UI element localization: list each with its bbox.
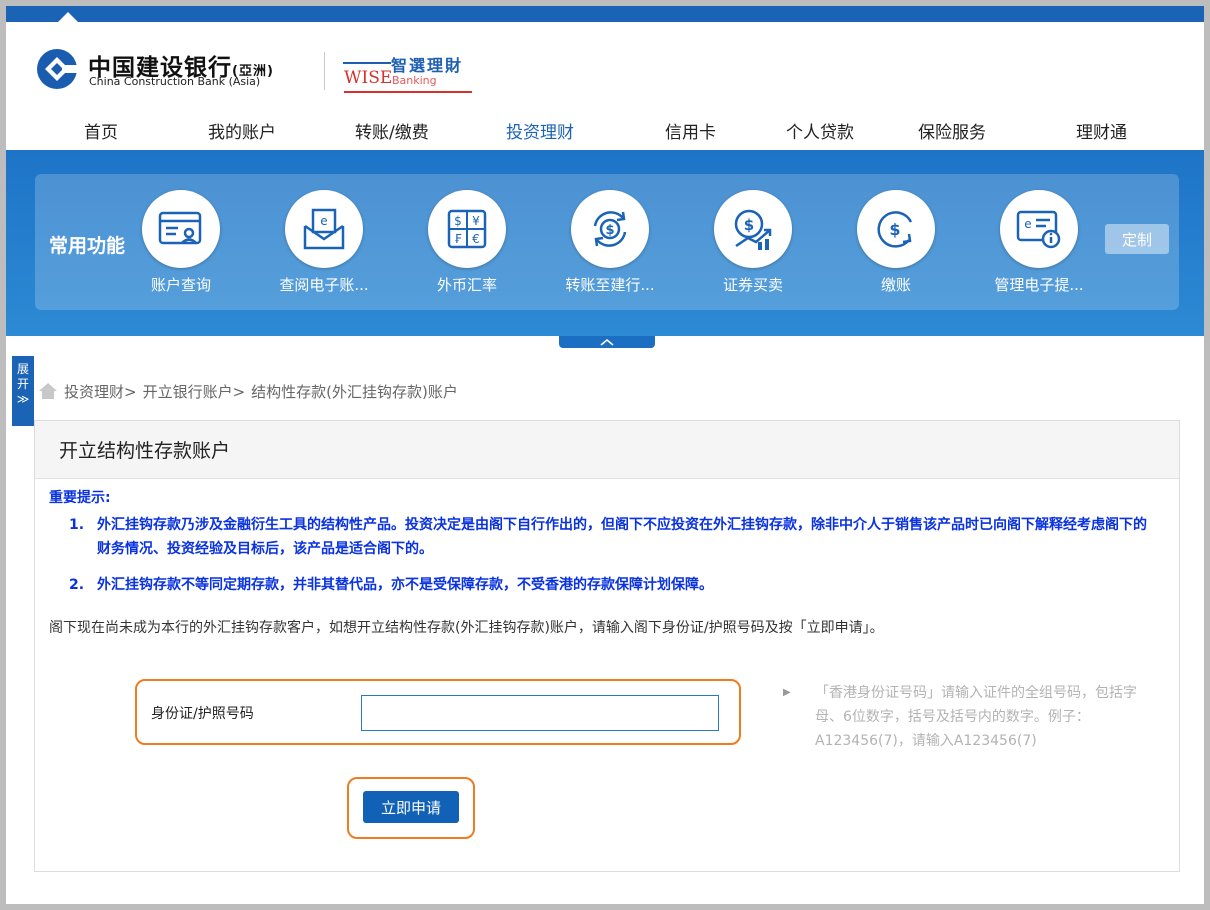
e-notice-icon: e xyxy=(1000,190,1078,268)
ccb-logo-icon[interactable] xyxy=(36,48,78,90)
e-statement-icon: e xyxy=(285,190,363,268)
quick-function-e-statement[interactable]: e 查阅电子账... xyxy=(254,190,394,295)
svg-text:$: $ xyxy=(744,216,754,234)
svg-text:$: $ xyxy=(889,220,900,239)
transfer-icon: $ xyxy=(571,190,649,268)
id-field-hint: ▶ 「香港身份证号码」请输入证件的全组号码，包括字母、6位数字，括号及括号内的数… xyxy=(783,681,1163,753)
nav-investment[interactable]: 投资理财 xyxy=(506,118,574,143)
quick-function-bill-payment[interactable]: $ 缴账 xyxy=(826,190,966,295)
top-strip xyxy=(6,6,1204,22)
quick-function-exchange-rate[interactable]: $ ¥ ₣ € 外币汇率 xyxy=(397,190,537,295)
id-field-label: 身份证/护照号码 xyxy=(151,706,254,722)
svg-text:e: e xyxy=(1024,217,1031,231)
bank-name-en: China Construction Bank (Asia) xyxy=(89,75,261,88)
home-icon[interactable] xyxy=(38,382,58,400)
header: 中国建设银行(亞洲) China Construction Bank (Asia… xyxy=(6,22,1204,150)
notice-number: 1. xyxy=(69,517,85,533)
main-content: 开立结构性存款账户 重要提示: 1. 外汇挂钩存款乃涉及金融衍生工具的结构性产品… xyxy=(34,420,1180,872)
side-tab-label-2: 开 xyxy=(16,377,29,391)
notice-number: 2. xyxy=(69,577,85,593)
securities-icon: $ xyxy=(714,190,792,268)
wise-logo-cn: 智選理財 xyxy=(391,56,464,75)
collapse-banner-button[interactable] xyxy=(559,336,655,348)
quick-function-panel: 常用功能 账户查询 e 查阅电子账... $ ¥ ₣ € 外币汇率 $ 转账至建… xyxy=(35,174,1179,310)
quick-function-label: 管理电子提... xyxy=(994,276,1084,294)
quick-function-label: 转账至建行... xyxy=(565,276,655,294)
important-notice: 重要提示: 1. 外汇挂钩存款乃涉及金融衍生工具的结构性产品。投资决定是由阁下自… xyxy=(49,487,1159,597)
quick-function-banner: 常用功能 账户查询 e 查阅电子账... $ ¥ ₣ € 外币汇率 $ 转账至建… xyxy=(6,150,1204,336)
notice-item: 1. 外汇挂钩存款乃涉及金融衍生工具的结构性产品。投资决定是由阁下自行作出的，但… xyxy=(49,513,1159,561)
hint-text: 「香港身份证号码」请输入证件的全组号码，包括字母、6位数字，括号及括号内的数字。… xyxy=(815,685,1137,749)
breadcrumb-open-account[interactable]: 开立银行账户> xyxy=(143,381,246,402)
quick-function-label: 缴账 xyxy=(880,276,911,294)
quick-function-label: 证券买卖 xyxy=(722,276,783,294)
nav-wealth[interactable]: 理财通 xyxy=(1076,118,1127,143)
notice-item: 2. 外汇挂钩存款不等同定期存款，并非其替代品，亦不是受保障存款，不受香港的存款… xyxy=(49,573,1159,597)
apply-now-button[interactable]: 立即申请 xyxy=(363,791,459,823)
exchange-rate-icon: $ ¥ ₣ € xyxy=(428,190,506,268)
svg-text:€: € xyxy=(472,232,480,246)
content-header: 开立结构性存款账户 xyxy=(35,421,1179,479)
intro-text: 阁下现在尚未成为本行的外汇挂钩存款客户，如想开立结构性存款(外汇挂钩存款)账户，… xyxy=(49,620,884,636)
chevron-up-icon xyxy=(600,339,614,346)
breadcrumb-current: 结构性存款(外汇挂钩存款)账户 xyxy=(251,382,458,401)
svg-text:$: $ xyxy=(454,214,462,228)
nav-home[interactable]: 首页 xyxy=(84,118,118,143)
side-tab-label-1: 展 xyxy=(16,362,29,376)
main-nav: 首页 我的账户 转账/缴费 投资理财 信用卡 个人贷款 保险服务 理财通 xyxy=(6,114,1204,150)
customize-button[interactable]: 定制 xyxy=(1105,224,1169,254)
svg-text:$: $ xyxy=(605,223,614,238)
notice-text: 外汇挂钩存款不等同定期存款，并非其替代品，亦不是受保障存款，不受香港的存款保障计… xyxy=(97,577,713,593)
nav-transfer-payment[interactable]: 转账/缴费 xyxy=(355,118,429,143)
wise-line xyxy=(343,62,391,64)
nav-personal-loan[interactable]: 个人贷款 xyxy=(786,118,854,143)
breadcrumb-investment[interactable]: 投资理财> xyxy=(64,381,137,402)
svg-text:e: e xyxy=(320,214,327,228)
quick-function-label: 查阅电子账... xyxy=(279,276,369,294)
wise-logo-banking: Banking xyxy=(392,74,437,87)
wise-underline xyxy=(344,91,472,93)
id-passport-input[interactable] xyxy=(361,695,719,731)
notice-text: 外汇挂钩存款乃涉及金融衍生工具的结构性产品。投资决定是由阁下自行作出的，但阁下不… xyxy=(97,517,1147,557)
page-frame: 中国建设银行(亞洲) China Construction Bank (Asia… xyxy=(6,6,1204,904)
logo-divider xyxy=(324,52,325,90)
svg-text:₣: ₣ xyxy=(454,232,462,246)
nav-my-account[interactable]: 我的账户 xyxy=(208,118,276,143)
quick-function-transfer[interactable]: $ 转账至建行... xyxy=(540,190,680,295)
notice-title: 重要提示: xyxy=(49,490,111,506)
top-notch xyxy=(58,12,78,22)
nav-insurance[interactable]: 保险服务 xyxy=(918,118,986,143)
side-expand-tab[interactable]: 展 开 ≫ xyxy=(12,356,34,426)
caret-right-icon: ▶ xyxy=(783,687,791,698)
bill-payment-icon: $ xyxy=(857,190,935,268)
quick-function-account-inquiry[interactable]: 账户查询 xyxy=(111,190,251,295)
page-title: 开立结构性存款账户 xyxy=(59,440,231,462)
quick-function-label: 外币汇率 xyxy=(436,276,497,294)
quick-function-securities[interactable]: $ 证券买卖 xyxy=(683,190,823,295)
quick-function-e-notice[interactable]: e 管理电子提... xyxy=(969,190,1109,295)
quick-function-label: 账户查询 xyxy=(150,276,211,294)
double-chevron-right-icon: ≫ xyxy=(16,392,30,406)
account-inquiry-icon xyxy=(142,190,220,268)
nav-credit-card[interactable]: 信用卡 xyxy=(665,118,716,143)
wise-logo-en: WISE xyxy=(344,68,393,88)
svg-text:¥: ¥ xyxy=(472,214,480,228)
breadcrumb: 投资理财> 开立银行账户> 结构性存款(外汇挂钩存款)账户 xyxy=(38,380,458,402)
